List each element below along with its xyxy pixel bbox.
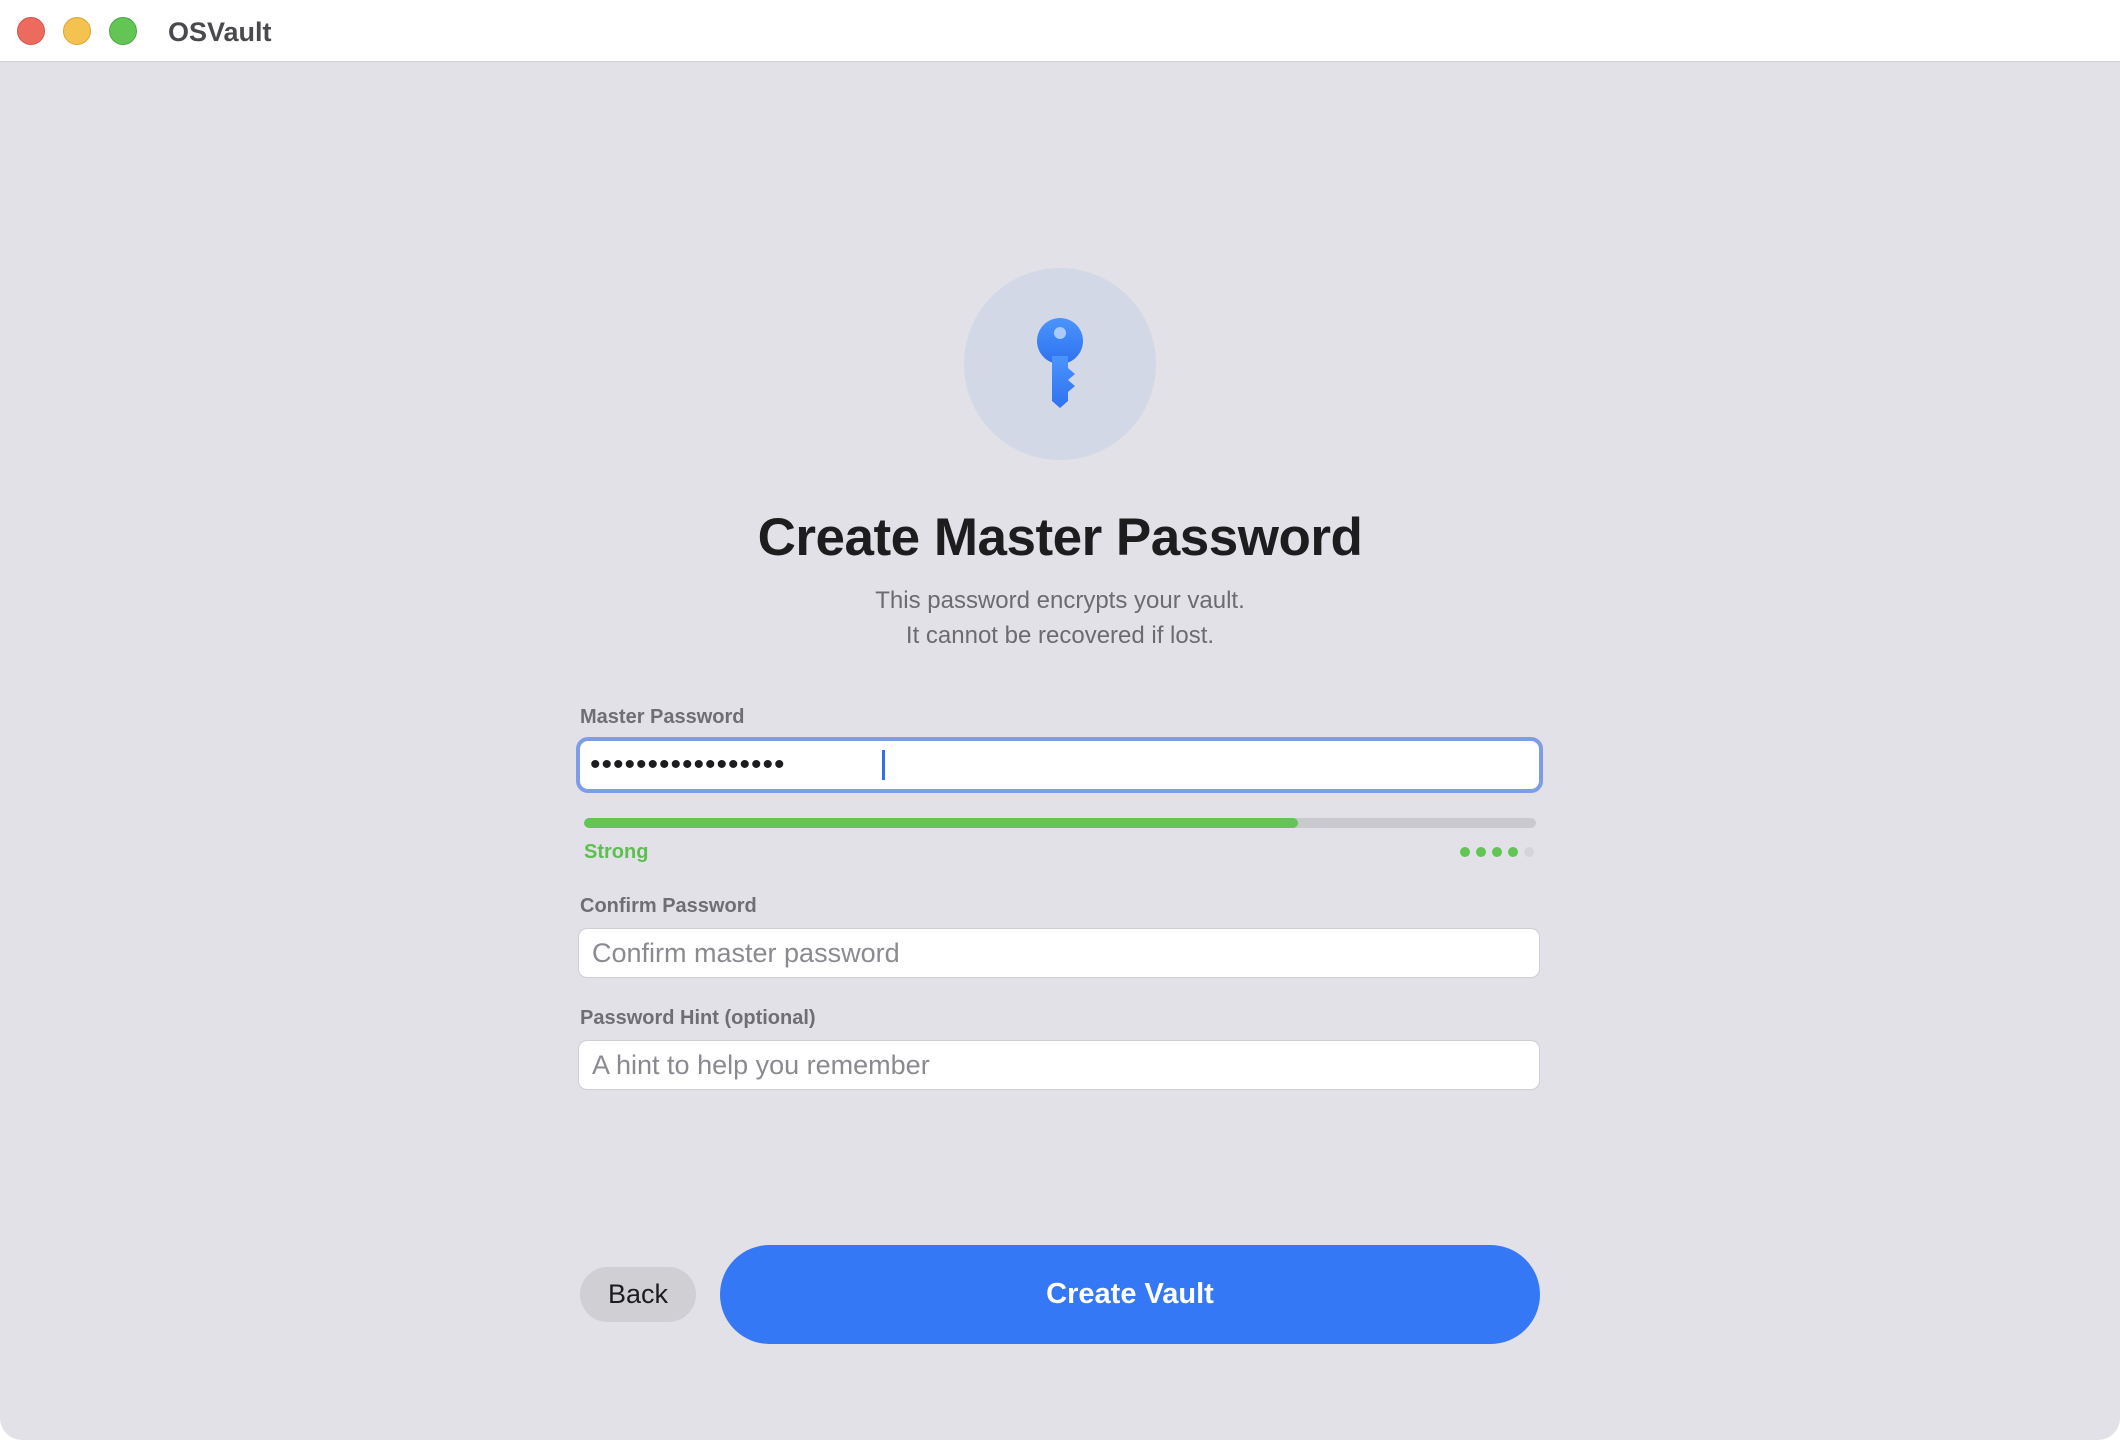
zoom-window-button[interactable] (109, 17, 137, 45)
text-cursor (882, 750, 885, 780)
create-vault-button[interactable]: Create Vault (720, 1245, 1540, 1344)
app-title: OSVault (168, 17, 272, 47)
key-icon (1037, 318, 1083, 408)
strength-dot (1492, 847, 1502, 857)
password-strength-dots (1460, 847, 1534, 857)
app-window: OSVault Create Master Password This pass… (0, 0, 2120, 1440)
close-window-button[interactable] (17, 17, 45, 45)
strength-dot (1460, 847, 1470, 857)
password-strength-label: Strong (584, 841, 649, 863)
master-password-field[interactable] (576, 737, 1543, 793)
subtitle-line: It cannot be recovered if lost. (905, 622, 1215, 649)
subtitle-line: This password encrypts your vault. (875, 587, 1245, 614)
title-bar: OSVault (0, 0, 2120, 62)
minimize-window-button[interactable] (63, 17, 91, 45)
strength-dot (1508, 847, 1518, 857)
page-title: Create Master Password (757, 508, 1363, 567)
confirm-password-field[interactable] (578, 928, 1540, 978)
password-strength-fill (584, 818, 1298, 828)
master-password-label: Master Password (580, 706, 745, 728)
key-icon-badge (964, 268, 1156, 460)
back-button[interactable]: Back (580, 1267, 696, 1322)
strength-dot (1524, 847, 1534, 857)
password-strength-meter (584, 818, 1536, 828)
password-hint-label: Password Hint (optional) (580, 1007, 816, 1029)
strength-dot (1476, 847, 1486, 857)
password-hint-field[interactable] (578, 1040, 1540, 1090)
page-subtitle: This password encrypts your vault. It ca… (560, 583, 1560, 653)
confirm-password-label: Confirm Password (580, 895, 757, 917)
